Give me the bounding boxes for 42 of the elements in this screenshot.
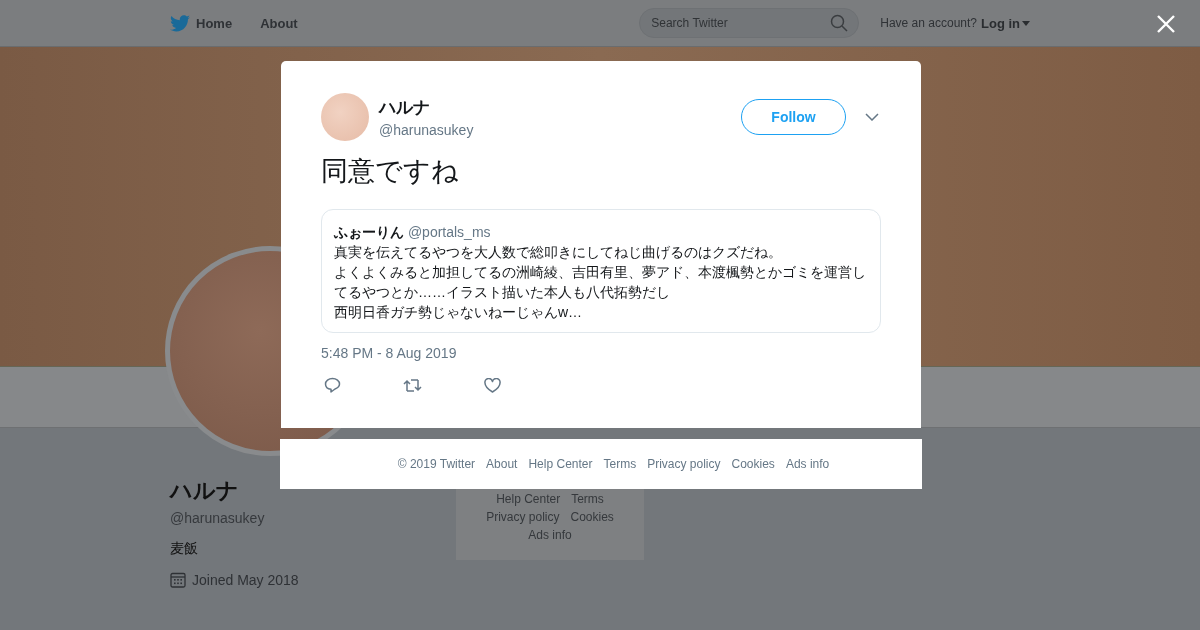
nav-link[interactable]: About: [260, 15, 298, 31]
footer-link[interactable]: Cookies: [731, 457, 775, 471]
login-link[interactable]: Log in: [981, 15, 1030, 31]
search-field[interactable]: Search Twitter: [639, 8, 860, 38]
chevron-icon[interactable]: [865, 113, 879, 121]
retweet-icon[interactable]: [403, 377, 422, 393]
footer-link[interactable]: Terms: [603, 457, 637, 471]
user-avatar: [321, 93, 369, 141]
footer-link[interactable]: Privacy policy: [647, 457, 721, 471]
follow-button[interactable]: Follow: [741, 99, 846, 135]
footer-link[interactable]: Cookies: [570, 510, 614, 524]
user-handle: @harunasukey: [379, 122, 475, 138]
footer-link[interactable]: Help Center: [496, 492, 561, 506]
account-prompt: Have an account?: [880, 16, 977, 30]
quoted-tweet[interactable]: ふぉーりん @portals_ms 真実を伝えてるやつを大人数で総叩きにしてねじ曲げるのはクズだね。 よくよくみると加担してるの洲崎綾、吉田有里、夢アド、本渡楓勢とかゴミを運営してるやつとか……イラスト描いた本人も八代拓勢だし 西明日香ガチ勢じゃないねーじゃんw…: [321, 209, 881, 333]
caret-icon: [1022, 20, 1030, 26]
search-icon: [830, 14, 849, 32]
joined-date: Joined May 2018: [192, 572, 299, 588]
profile-bio: 麦飯: [170, 540, 199, 558]
bird-icon: [170, 14, 190, 32]
footer-link[interactable]: Help Center: [528, 457, 593, 471]
nav-link[interactable]: Home: [196, 15, 233, 31]
quoted-user-name: ふぉーりん: [334, 224, 404, 240]
calendar-icon: [170, 572, 186, 588]
footer-link[interactable]: About: [486, 457, 518, 471]
quoted-text: 真実を伝えてるやつを大人数で総叩きにしてねじ曲げるのはクズだね。: [334, 243, 783, 262]
footer-link[interactable]: Ads info: [785, 457, 830, 471]
quoted-text: よくよくみると加担してるの洲崎綾、吉田有里、夢アド、本渡楓勢とかゴミを運営してるやつとか……イラスト描いた本人も八代拓勢だし: [334, 263, 867, 302]
copyright-text: © 2019 Twitter: [397, 457, 476, 471]
quoted-text: 西明日香ガチ勢じゃないねーじゃんw…: [334, 303, 584, 322]
user-name: ハルナ: [379, 97, 431, 119]
profile-handle: @harunasukey: [170, 510, 266, 526]
tweet-timestamp: 5:48 PM - 8 Aug 2019: [321, 345, 458, 361]
footer-link[interactable]: Ads info: [528, 528, 572, 542]
tweet-text: 同意ですね: [321, 155, 460, 188]
footer-link[interactable]: Privacy policy: [486, 510, 560, 524]
profile-name: ハルナ: [170, 477, 240, 505]
heart-icon[interactable]: [484, 377, 501, 393]
quoted-user-handle: @portals_ms: [407, 224, 491, 240]
reply-icon[interactable]: [324, 377, 341, 393]
close-icon[interactable]: [1157, 15, 1175, 33]
footer-link[interactable]: Terms: [571, 492, 604, 506]
